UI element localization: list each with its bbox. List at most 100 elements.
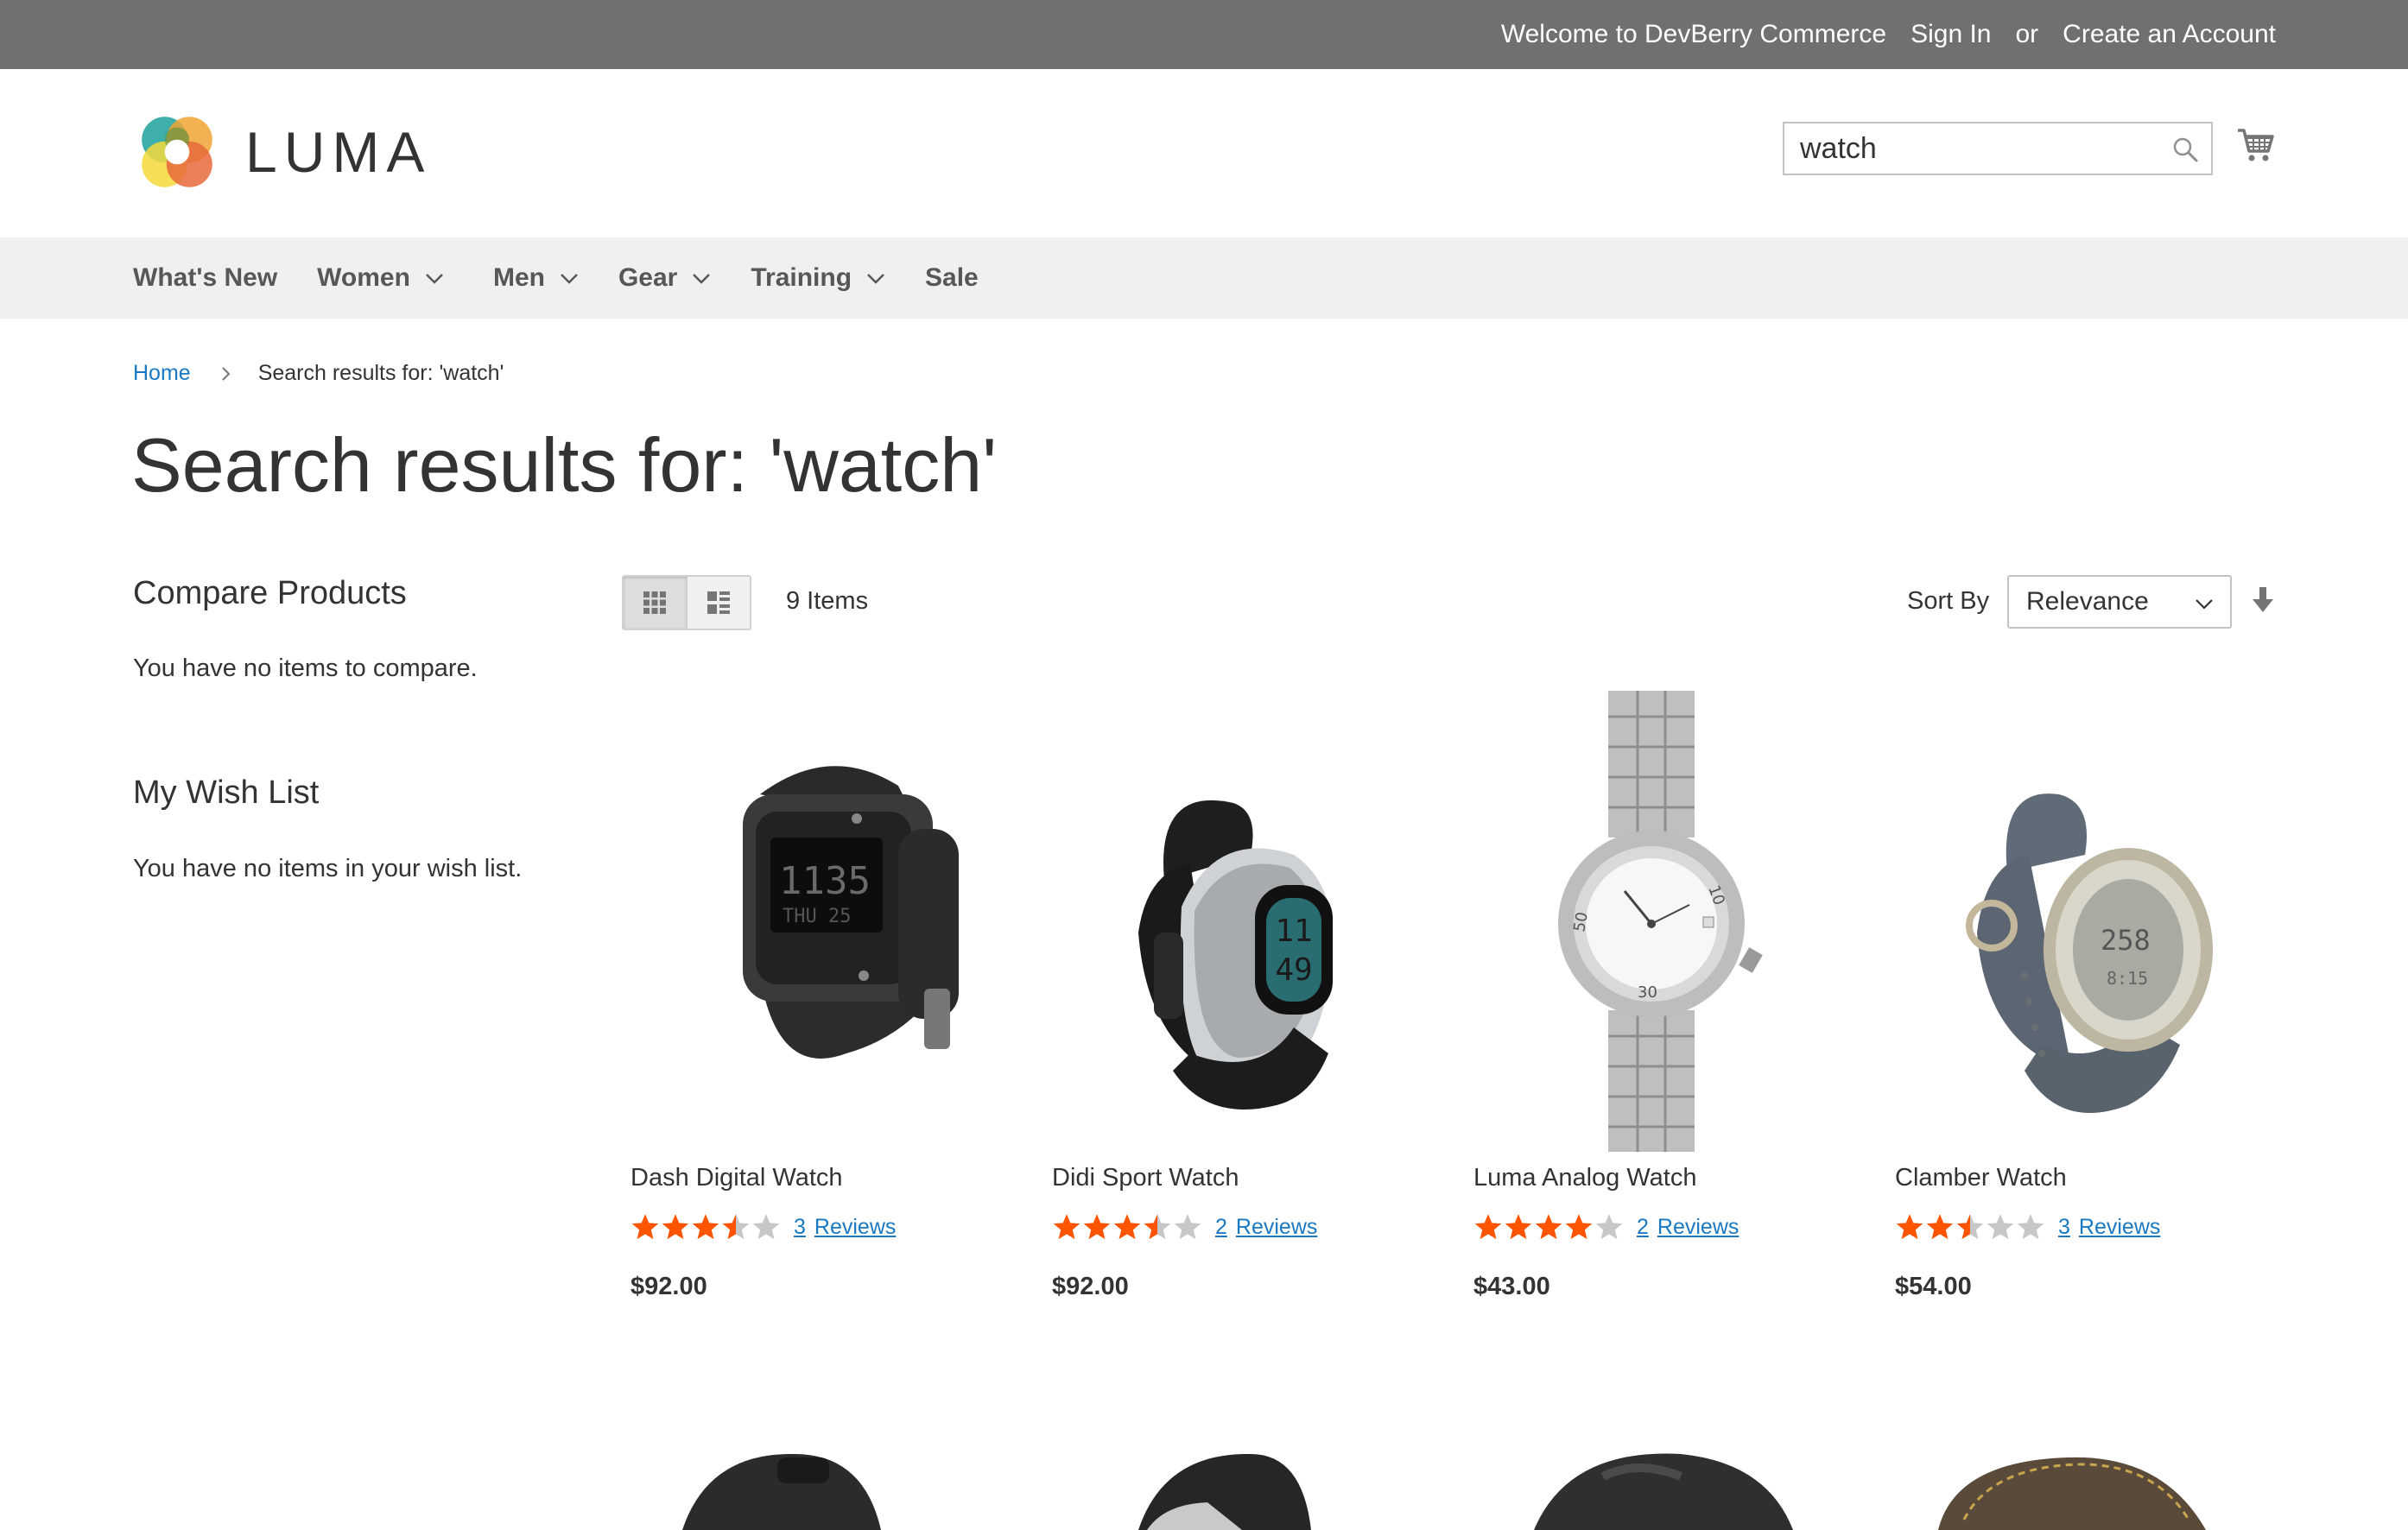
sort-label: Sort By: [1907, 587, 1990, 615]
cart-icon[interactable]: [2235, 124, 2277, 166]
svg-text:11: 11: [1275, 914, 1312, 949]
product-image-partial[interactable]: [1473, 1451, 1854, 1530]
nav-item-label: Gear: [618, 263, 678, 292]
product-image-partial[interactable]: [631, 1451, 1011, 1530]
nav-item-men[interactable]: Men: [493, 263, 580, 293]
star-empty-icon: [1174, 1214, 1201, 1240]
reviews-label: Reviews: [1235, 1214, 1318, 1239]
chevron-down-icon: [867, 274, 884, 284]
star-empty-icon: [1987, 1214, 2014, 1240]
reviews-count: 3: [794, 1214, 806, 1239]
breadcrumb-home-link[interactable]: Home: [133, 361, 191, 386]
header-links: Welcome to DevBerry Commerce Sign In or …: [1501, 0, 2276, 69]
list-icon: [707, 591, 730, 614]
product-name[interactable]: Luma Analog Watch: [1473, 1164, 1696, 1192]
product-name[interactable]: Didi Sport Watch: [1052, 1164, 1239, 1192]
welcome-message: Welcome to DevBerry Commerce: [1500, 20, 1887, 48]
reviews-label: Reviews: [814, 1214, 897, 1239]
page: Welcome to DevBerry Commerce Sign In or …: [0, 0, 2408, 1530]
wishlist-title: My Wish List: [133, 774, 320, 811]
nav-item-label: Men: [492, 263, 545, 292]
product-image[interactable]: 11 49: [1052, 691, 1432, 1152]
star-full-icon: [631, 1214, 659, 1240]
product-name[interactable]: Clamber Watch: [1895, 1164, 2067, 1192]
product-name[interactable]: Dash Digital Watch: [631, 1164, 843, 1192]
nav-item-label: Training: [751, 263, 852, 292]
nav-item-sale[interactable]: Sale: [925, 263, 979, 293]
page-title: Search results for: 'watch': [131, 422, 997, 508]
product-image[interactable]: 50 10 30: [1473, 691, 1854, 1152]
nav-item-whats-new[interactable]: What's New: [133, 263, 277, 293]
logo[interactable]: LUMA: [133, 108, 431, 196]
star-empty-icon: [1595, 1214, 1623, 1240]
or-text: or: [2015, 20, 2039, 48]
product-price: $54.00: [1895, 1273, 1972, 1300]
reviews-link[interactable]: 2 Reviews: [1215, 1215, 1317, 1240]
chevron-down-icon: [2196, 599, 2213, 610]
rating-stars: [1473, 1212, 1625, 1242]
product-price: $92.00: [631, 1273, 707, 1300]
product-image[interactable]: 258 8:15: [1895, 691, 2275, 1152]
svg-text:1135: 1135: [779, 859, 871, 903]
sort-select[interactable]: Relevance: [2007, 575, 2232, 629]
didi-sport-watch-image: 11 49: [1138, 800, 1333, 1110]
product-image[interactable]: 1135 THU 25: [631, 691, 1011, 1152]
star-full-icon: [662, 1214, 689, 1240]
chevron-down-icon: [693, 274, 711, 284]
list-view-button[interactable]: [686, 577, 750, 629]
compare-empty-text: You have no items to compare.: [133, 654, 478, 682]
breadcrumb-current: Search results for: 'watch': [257, 361, 504, 385]
nav-item-training[interactable]: Training: [751, 263, 886, 293]
clamber-watch-image: 258 8:15: [1966, 793, 2213, 1113]
reviews-count: 3: [2058, 1214, 2070, 1239]
product-price: $92.00: [1052, 1273, 1129, 1300]
top-bar: Welcome to DevBerry Commerce Sign In or …: [0, 0, 2408, 69]
star-full-icon: [1535, 1214, 1562, 1240]
rating-stars: [1052, 1212, 1203, 1242]
chevron-down-icon: [561, 274, 578, 284]
luma-logo-icon: [142, 117, 212, 187]
nav-item-label: Sale: [925, 263, 979, 292]
star-half-icon: [1956, 1214, 1984, 1240]
breadcrumb: Home Search results for: 'watch': [133, 361, 504, 386]
wishlist-empty-text: You have no items in your wish list.: [133, 855, 523, 882]
nav-item-label: Women: [317, 263, 410, 292]
product-image-partial[interactable]: [1895, 1451, 2275, 1530]
svg-text:50: 50: [1570, 911, 1592, 933]
star-empty-icon: [2017, 1214, 2044, 1240]
nav-item-label: What's New: [133, 263, 278, 292]
chevron-right-icon: [221, 366, 231, 381]
luma-analog-watch-image: 50 10 30: [1558, 691, 1763, 1152]
svg-text:258: 258: [2101, 924, 2151, 957]
star-full-icon: [1565, 1214, 1593, 1240]
dash-digital-watch-image: 1135 THU 25: [743, 766, 959, 1059]
reviews-link[interactable]: 3 Reviews: [794, 1215, 896, 1240]
search-box: [1783, 122, 2213, 175]
nav-item-women[interactable]: Women: [317, 263, 445, 293]
star-full-icon: [1053, 1214, 1080, 1240]
product-image-partial[interactable]: [1052, 1451, 1432, 1530]
search-input[interactable]: [1784, 124, 2145, 173]
product-rating: 2 Reviews: [1473, 1212, 1739, 1242]
sort-direction-arrow-icon[interactable]: [2249, 585, 2277, 615]
reviews-count: 2: [1637, 1214, 1649, 1239]
create-account-link[interactable]: Create an Account: [2063, 20, 2276, 49]
sign-in-link[interactable]: Sign In: [1911, 20, 1991, 49]
reviews-label: Reviews: [1657, 1214, 1739, 1239]
star-full-icon: [692, 1214, 719, 1240]
reviews-link[interactable]: 3 Reviews: [2058, 1215, 2160, 1240]
star-full-icon: [1474, 1214, 1502, 1240]
sort-select-value: Relevance: [2026, 587, 2149, 616]
star-half-icon: [1144, 1214, 1171, 1240]
main-navigation: What's New Women Men Gear Training Sale: [0, 237, 2408, 319]
grid-view-button[interactable]: [624, 577, 687, 629]
nav-item-gear[interactable]: Gear: [618, 263, 712, 293]
product-rating: 3 Reviews: [1895, 1212, 2160, 1242]
reviews-link[interactable]: 2 Reviews: [1637, 1215, 1739, 1240]
star-full-icon: [1083, 1214, 1111, 1240]
svg-text:30: 30: [1638, 983, 1657, 1002]
star-empty-icon: [752, 1214, 780, 1240]
chevron-down-icon: [426, 274, 443, 284]
rating-stars: [631, 1212, 782, 1242]
search-icon[interactable]: [2171, 136, 2199, 163]
